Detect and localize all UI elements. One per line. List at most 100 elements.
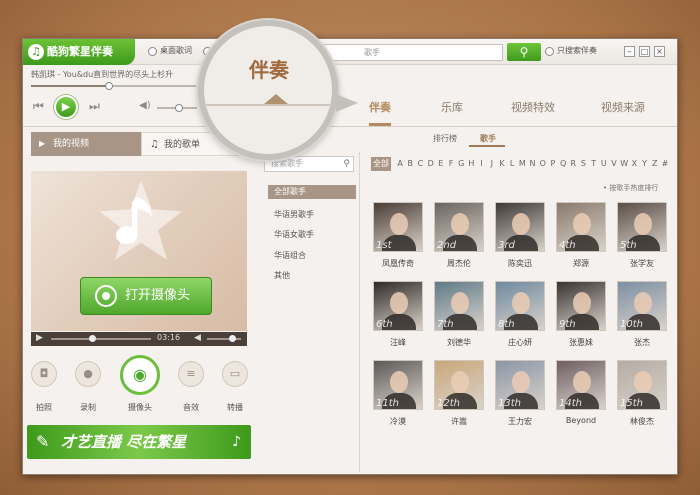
artist-card[interactable]: 8th 庄心妍: [495, 281, 547, 348]
alphabet-letter[interactable]: Y: [640, 157, 650, 171]
search-input[interactable]: 歌手: [323, 44, 503, 61]
alphabet-letter[interactable]: Q: [558, 157, 568, 171]
alphabet-letter[interactable]: R: [568, 157, 578, 171]
artist-photo[interactable]: 9th: [556, 281, 606, 331]
only-accompaniment-radio[interactable]: [545, 47, 554, 56]
video-progress-knob[interactable]: [89, 335, 96, 342]
alphabet-letter[interactable]: J: [487, 157, 497, 171]
sound-effect-button[interactable]: ≡: [178, 361, 204, 387]
next-icon[interactable]: ⏭: [89, 99, 100, 114]
search-icon[interactable]: ⚲: [343, 157, 350, 171]
alphabet-letter[interactable]: P: [548, 157, 558, 171]
category-group[interactable]: 华语组合: [268, 249, 356, 263]
tab-accompaniment[interactable]: 伴奏: [369, 99, 391, 115]
artist-name[interactable]: 周杰伦: [434, 258, 484, 269]
artist-photo[interactable]: 11th: [373, 360, 423, 410]
alphabet-letter[interactable]: A: [395, 157, 405, 171]
artist-photo[interactable]: 3rd: [495, 202, 545, 252]
artist-photo[interactable]: 2nd: [434, 202, 484, 252]
artist-photo[interactable]: 12th: [434, 360, 484, 410]
artist-card[interactable]: 13th 王力宏: [495, 360, 547, 427]
alphabet-letter[interactable]: B: [405, 157, 415, 171]
artist-card[interactable]: 7th 刘德华: [434, 281, 486, 348]
alphabet-letter[interactable]: K: [497, 157, 507, 171]
tab-music-library[interactable]: 乐库: [441, 99, 463, 115]
desktop-lyrics-radio[interactable]: [148, 47, 157, 56]
previous-icon[interactable]: ⏮: [33, 99, 44, 114]
artist-name[interactable]: 陈奕迅: [495, 258, 545, 269]
artist-name[interactable]: 凤凰传奇: [373, 258, 423, 269]
category-female[interactable]: 华语女歌手: [268, 228, 356, 242]
alphabet-letter[interactable]: N: [527, 157, 537, 171]
artist-card[interactable]: 5th 张学友: [617, 202, 669, 269]
alphabet-letter[interactable]: L: [507, 157, 517, 171]
artist-photo[interactable]: 8th: [495, 281, 545, 331]
play-button[interactable]: ▶: [54, 95, 78, 119]
alphabet-letter[interactable]: X: [629, 157, 639, 171]
alphabet-letter[interactable]: G: [456, 157, 466, 171]
category-all-singers[interactable]: 全部歌手: [268, 185, 356, 199]
artist-photo[interactable]: 14th: [556, 360, 606, 410]
artist-card[interactable]: 14th Beyond: [556, 360, 608, 425]
video-volume-icon[interactable]: ◀: [194, 333, 201, 343]
sort-by-popularity-link[interactable]: • 按歌手热度排行: [603, 183, 658, 193]
artist-card[interactable]: 11th 冷漠: [373, 360, 425, 427]
artist-name[interactable]: 张杰: [617, 337, 667, 348]
artist-photo[interactable]: 5th: [617, 202, 667, 252]
artist-card[interactable]: 1st 凤凰传奇: [373, 202, 425, 269]
alphabet-letter[interactable]: H: [466, 157, 476, 171]
artist-card[interactable]: 3rd 陈奕迅: [495, 202, 547, 269]
artist-name[interactable]: Beyond: [556, 416, 606, 425]
alphabet-letter[interactable]: C: [415, 157, 425, 171]
broadcast-button[interactable]: ▭: [222, 361, 248, 387]
artist-photo[interactable]: 15th: [617, 360, 667, 410]
video-volume-knob[interactable]: [229, 335, 236, 342]
close-button[interactable]: ×: [654, 46, 665, 57]
artist-name[interactable]: 庄心妍: [495, 337, 545, 348]
artist-card[interactable]: 15th 林俊杰: [617, 360, 669, 427]
volume-icon[interactable]: ◀): [139, 100, 151, 111]
alphabet-letter[interactable]: U: [599, 157, 609, 171]
artist-photo[interactable]: 4th: [556, 202, 606, 252]
artist-name[interactable]: 汪峰: [373, 337, 423, 348]
alphabet-letter[interactable]: E: [436, 157, 446, 171]
search-button[interactable]: ⚲: [507, 43, 541, 61]
artist-name[interactable]: 张惠妹: [556, 337, 606, 348]
alphabet-letter[interactable]: I: [477, 157, 487, 171]
progress-knob[interactable]: [104, 82, 113, 90]
artist-name[interactable]: 冷漠: [373, 416, 423, 427]
tab-my-videos[interactable]: ▶ 我的视频: [31, 132, 141, 156]
alphabet-letter[interactable]: Z: [650, 157, 660, 171]
video-progress-track[interactable]: [51, 338, 151, 340]
volume-knob[interactable]: [175, 104, 183, 112]
maximize-button[interactable]: □: [639, 46, 650, 57]
artist-card[interactable]: 9th 张惠妹: [556, 281, 608, 348]
tab-singers[interactable]: 歌手: [480, 133, 496, 144]
artist-name[interactable]: 许嵩: [434, 416, 484, 427]
open-camera-button[interactable]: 打开摄像头: [80, 277, 212, 315]
category-male[interactable]: 华语男歌手: [268, 208, 356, 222]
minimize-button[interactable]: –: [624, 46, 635, 57]
tab-video-source[interactable]: 视频来源: [601, 99, 645, 115]
alphabet-letter[interactable]: W: [619, 157, 629, 171]
artist-name[interactable]: 林俊杰: [617, 416, 667, 427]
artist-photo[interactable]: 7th: [434, 281, 484, 331]
tab-chart[interactable]: 排行榜: [433, 133, 457, 144]
artist-card[interactable]: 6th 汪峰: [373, 281, 425, 348]
artist-card[interactable]: 12th 许嵩: [434, 360, 486, 427]
artist-photo[interactable]: 13th: [495, 360, 545, 410]
record-button[interactable]: ●: [75, 361, 101, 387]
alphabet-letter[interactable]: V: [609, 157, 619, 171]
video-play-icon[interactable]: ▶: [36, 333, 43, 343]
artist-card[interactable]: 10th 张杰: [617, 281, 669, 348]
artist-card[interactable]: 2nd 周杰伦: [434, 202, 486, 269]
artist-photo[interactable]: 10th: [617, 281, 667, 331]
alphabet-letter[interactable]: T: [589, 157, 599, 171]
alphabet-letter[interactable]: S: [578, 157, 588, 171]
alphabet-letter[interactable]: O: [538, 157, 548, 171]
alphabet-letter[interactable]: F: [446, 157, 456, 171]
artist-name[interactable]: 刘德华: [434, 337, 484, 348]
artist-card[interactable]: 4th 郑源: [556, 202, 608, 269]
alphabet-letter[interactable]: M: [517, 157, 527, 171]
alphabet-letter[interactable]: #: [660, 157, 670, 171]
